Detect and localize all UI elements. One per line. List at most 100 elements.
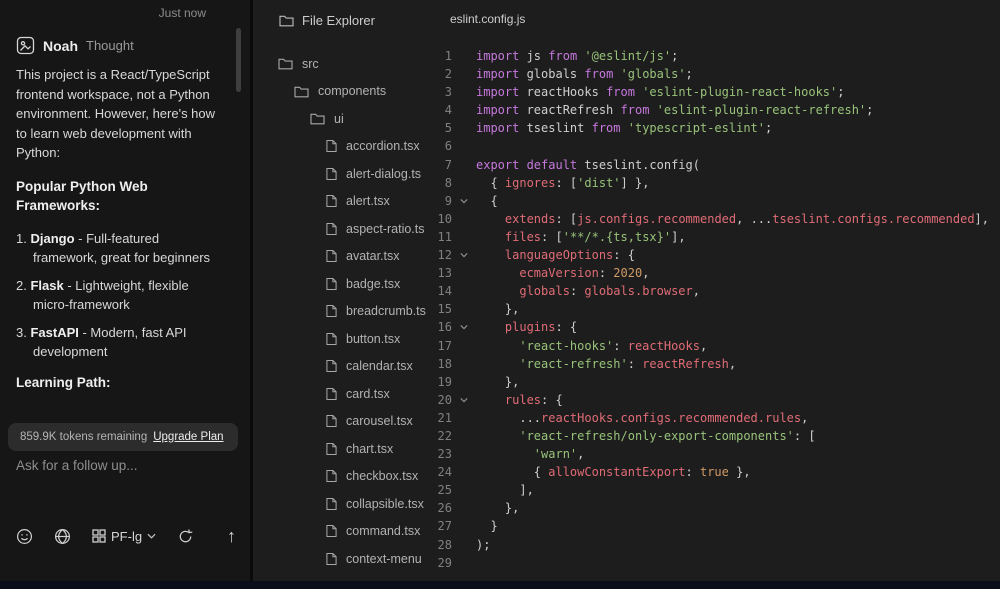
code-line-26: 26 }, [428,499,1000,517]
file-icon [326,414,337,428]
tree-item-label: badge.tsx [346,277,400,291]
code-line-15: 15 }, [428,300,1000,318]
line-number: 9 [428,192,452,210]
folder-icon [310,112,325,125]
code-text: import reactHooks from 'eslint-plugin-re… [476,83,845,101]
line-number: 28 [428,536,452,554]
tree-item-label: src [302,57,319,71]
chat-panel: Just now Noah Thought This project is a … [0,0,250,589]
line-number: 8 [428,174,452,192]
line-number: 5 [428,119,452,137]
tree-file-breadcrumb.ts[interactable]: breadcrumb.ts [253,298,428,326]
tree-file-chart.tsx[interactable]: chart.tsx [253,435,428,463]
tree-file-accordion.tsx[interactable]: accordion.tsx [253,133,428,161]
code-line-19: 19 }, [428,373,1000,391]
fold-icon[interactable] [460,323,468,331]
line-number: 12 [428,246,452,264]
chevron-down-icon [147,533,156,539]
file-icon [326,497,337,511]
tree-file-context-menu[interactable]: context-menu [253,545,428,573]
tree-file-command.tsx[interactable]: command.tsx [253,518,428,546]
model-icon [92,529,106,543]
line-number: 13 [428,264,452,282]
folder-icon [279,14,294,27]
line-number: 4 [428,101,452,119]
thought-toggle[interactable]: Thought [86,38,134,53]
folder-icon [294,85,309,98]
tree-item-label: button.tsx [346,332,400,346]
tree-file-button.tsx[interactable]: button.tsx [253,325,428,353]
code-line-8: 8 { ignores: ['dist'] }, [428,174,1000,192]
line-number: 21 [428,409,452,427]
model-label: PF-lg [111,529,142,544]
tree-file-collapsible.tsx[interactable]: collapsible.tsx [253,490,428,518]
fold-icon[interactable] [460,251,468,259]
assistant-message-header: Noah Thought [16,36,232,55]
globe-button[interactable] [54,528,71,545]
code-text: { allowConstantExport: true }, [476,463,751,481]
code-line-18: 18 'react-refresh': reactRefresh, [428,355,1000,373]
tree-file-alert.tsx[interactable]: alert.tsx [253,188,428,216]
chat-scrollbar[interactable] [236,28,241,578]
code-editor-panel: eslint.config.js 1import js from '@eslin… [428,12,1000,589]
send-arrow-icon: ↑ [227,526,236,546]
scrollbar-thumb[interactable] [236,28,241,92]
emoji-button[interactable] [16,528,33,545]
file-icon [326,442,337,456]
tree-file-alert-dialog.ts[interactable]: alert-dialog.ts [253,160,428,188]
editor-filename: eslint.config.js [428,12,1000,28]
code-text: extends: [js.configs.recommended, ...tse… [476,210,989,228]
line-number: 27 [428,517,452,535]
code-text: ); [476,536,490,554]
tree-folder-ui[interactable]: ui [253,105,428,133]
code-text: 'react-refresh/only-export-components': … [476,427,816,445]
tree-item-label: collapsible.tsx [346,497,424,511]
code-line-24: 24 { allowConstantExport: true }, [428,463,1000,481]
file-icon [326,359,337,373]
fold-icon[interactable] [460,396,468,404]
tree-file-checkbox.tsx[interactable]: checkbox.tsx [253,463,428,491]
model-selector[interactable]: PF-lg [92,529,156,544]
tree-file-carousel.tsx[interactable]: carousel.tsx [253,408,428,436]
line-number: 7 [428,156,452,174]
line-number: 18 [428,355,452,373]
followup-input[interactable] [16,458,221,473]
code-line-4: 4import reactRefresh from 'eslint-plugin… [428,101,1000,119]
app-root: Just now Noah Thought This project is a … [0,0,1000,589]
regenerate-icon [177,528,194,545]
code-text: languageOptions: { [476,246,635,264]
tree-item-label: alert.tsx [346,194,390,208]
tree-file-card.tsx[interactable]: card.tsx [253,380,428,408]
tree-item-label: card.tsx [346,387,390,401]
folder-icon [278,57,293,70]
tree-file-calendar.tsx[interactable]: calendar.tsx [253,353,428,381]
code-text: 'warn', [476,445,584,463]
chat-toolbar: PF-lg ↑ [16,527,236,545]
regenerate-button[interactable] [177,528,194,545]
emoji-icon [16,528,33,545]
code-line-17: 17 'react-hooks': reactHooks, [428,337,1000,355]
line-number: 20 [428,391,452,409]
code-text: ...reactHooks.configs.recommended.rules, [476,409,808,427]
code-line-12: 12 languageOptions: { [428,246,1000,264]
tree-file-avatar.tsx[interactable]: avatar.tsx [253,243,428,271]
tree-item-label: aspect-ratio.ts [346,222,425,236]
file-icon [326,552,337,566]
file-icon [326,469,337,483]
send-button[interactable]: ↑ [227,527,236,545]
line-number: 23 [428,445,452,463]
line-number: 22 [428,427,452,445]
tree-file-badge.tsx[interactable]: badge.tsx [253,270,428,298]
upgrade-plan-link[interactable]: Upgrade Plan [153,431,223,443]
line-number: 29 [428,554,452,572]
file-icon [326,387,337,401]
tree-file-aspect-ratio.ts[interactable]: aspect-ratio.ts [253,215,428,243]
fold-icon[interactable] [460,197,468,205]
code-line-28: 28); [428,536,1000,554]
tree-folder-components[interactable]: components [253,78,428,106]
code-line-2: 2import globals from 'globals'; [428,65,1000,83]
line-number: 26 [428,499,452,517]
code-text: 'react-refresh': reactRefresh, [476,355,736,373]
noah-avatar-icon [16,36,35,55]
tree-folder-src[interactable]: src [253,50,428,78]
